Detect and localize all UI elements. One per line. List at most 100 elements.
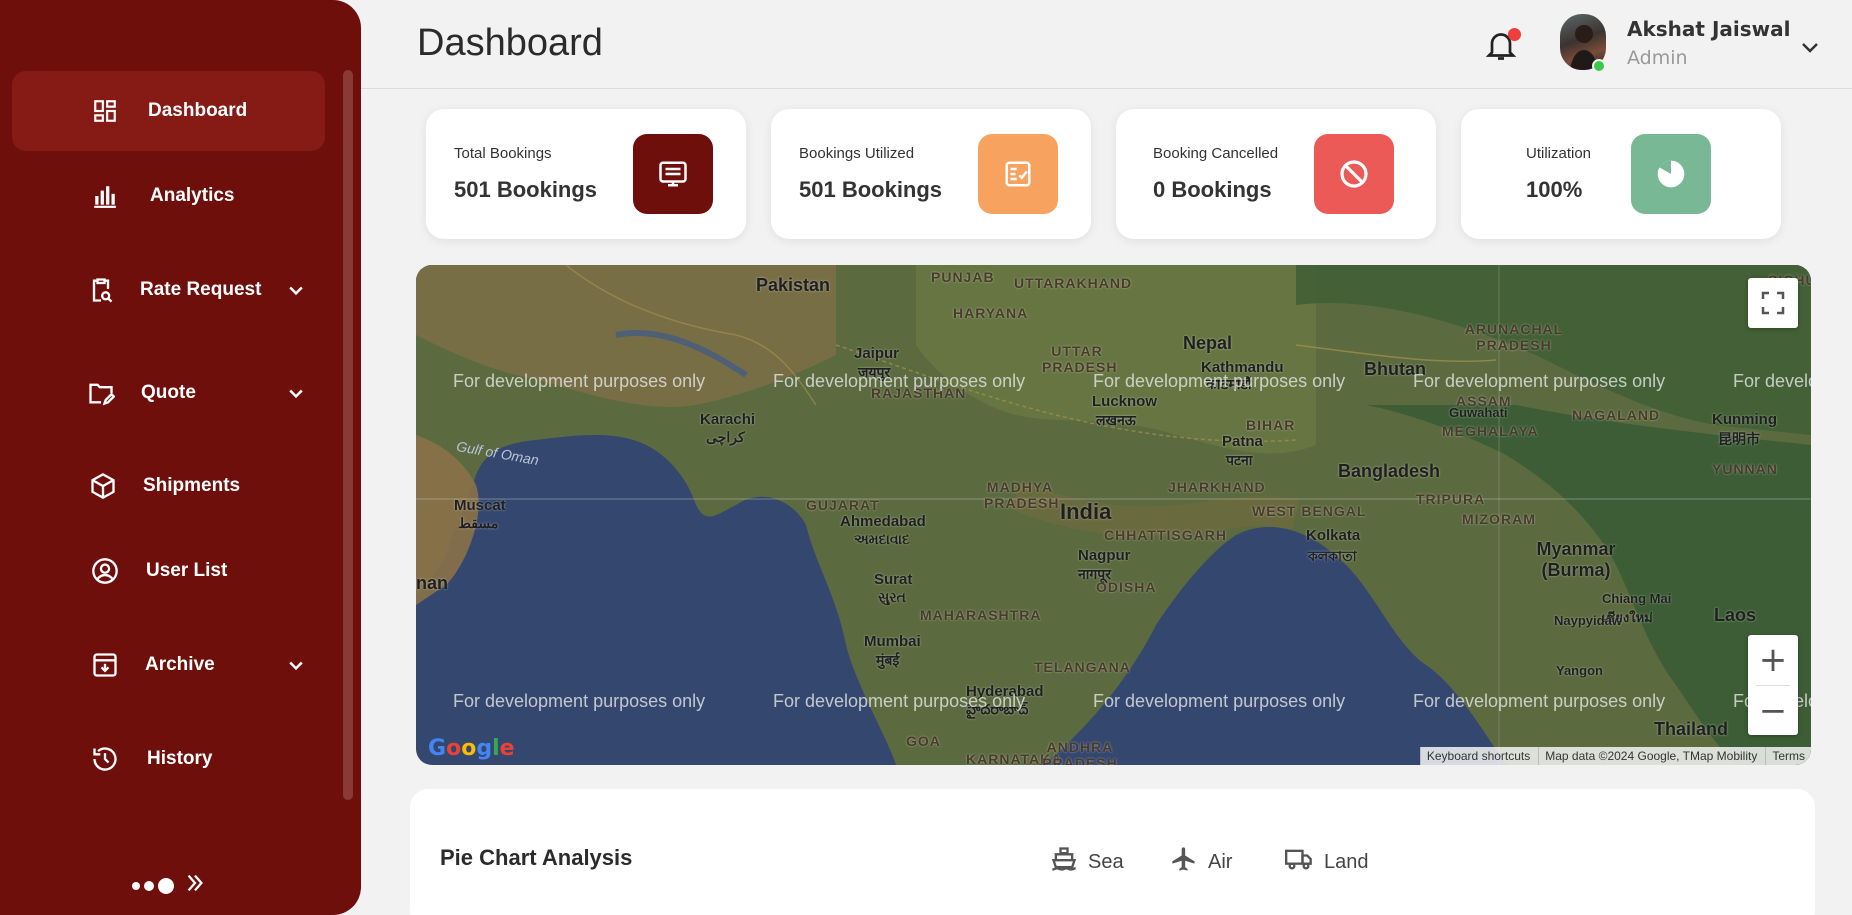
chevron-down-icon[interactable] bbox=[1798, 35, 1822, 59]
chevron-down-icon[interactable] bbox=[283, 652, 309, 678]
dashboard-grid-icon bbox=[90, 96, 120, 126]
map-data-credit: Map data ©2024 Google, TMap Mobility bbox=[1538, 747, 1763, 765]
map-label: مسقط bbox=[458, 515, 499, 531]
sidebar-item-label: User List bbox=[146, 560, 228, 581]
sidebar-item-archive[interactable]: Archive bbox=[12, 625, 325, 705]
map-label: NAGALAND bbox=[1572, 407, 1661, 423]
sidebar-item-label: Analytics bbox=[150, 185, 235, 206]
legend-air[interactable]: Air bbox=[1170, 845, 1232, 879]
sidebar-item-dashboard[interactable]: Dashboard bbox=[12, 71, 325, 151]
legend-land[interactable]: Land bbox=[1284, 845, 1369, 879]
sidebar-footer bbox=[132, 872, 206, 899]
chevron-down-icon[interactable] bbox=[283, 277, 309, 303]
stat-value: 501 Bookings bbox=[454, 177, 598, 202]
map-label: CHHATTISGARH bbox=[1104, 527, 1227, 543]
map-watermark: For development purposes only bbox=[1093, 691, 1346, 711]
map-terrain bbox=[416, 265, 1811, 765]
sidebar-item-history[interactable]: History bbox=[12, 719, 325, 799]
map-label: BIHAR bbox=[1246, 417, 1296, 433]
stat-card-total-bookings: Total Bookings 501 Bookings bbox=[426, 109, 746, 239]
map-label: Guwahati bbox=[1449, 405, 1508, 420]
stat-value: 100% bbox=[1526, 177, 1583, 202]
sidebar-item-analytics[interactable]: Analytics bbox=[12, 156, 325, 236]
stat-card-utilization: Utilization 100% bbox=[1461, 109, 1781, 239]
map-label: India bbox=[1060, 499, 1112, 524]
map-watermark: For development purposes only bbox=[773, 371, 1026, 391]
online-status-dot bbox=[1592, 59, 1606, 73]
zoom-controls: + − bbox=[1748, 635, 1798, 735]
map-label: Pakistan bbox=[756, 275, 831, 295]
terms-link[interactable]: Terms bbox=[1765, 747, 1811, 765]
fullscreen-icon bbox=[1761, 291, 1785, 315]
section-title: Pie Chart Analysis bbox=[440, 845, 633, 870]
user-name: Akshat Jaiswal bbox=[1627, 17, 1791, 41]
fullscreen-button[interactable] bbox=[1748, 278, 1798, 328]
map-label: Yangon bbox=[1556, 663, 1603, 678]
map-watermark: For development purposes only bbox=[1093, 371, 1346, 391]
legend-sea[interactable]: Sea bbox=[1050, 845, 1124, 879]
map-view[interactable]: Pakistan PUNJAB UTTARAKHAND HARYANA Nepa… bbox=[416, 265, 1811, 765]
stat-label: Total Bookings bbox=[454, 145, 552, 162]
collapse-sidebar-icon[interactable] bbox=[184, 872, 206, 899]
map-watermark: For development purposes only bbox=[1413, 691, 1666, 711]
list-monitor-icon bbox=[633, 134, 713, 214]
legend-label: Air bbox=[1208, 850, 1233, 873]
legend-label: Sea bbox=[1088, 850, 1124, 873]
map-watermark: For development purposes only bbox=[1413, 371, 1666, 391]
zoom-in-button[interactable]: + bbox=[1748, 635, 1798, 685]
notification-dot bbox=[1508, 28, 1521, 41]
map-label: અમદાવાદ bbox=[854, 531, 910, 547]
map-label: Thailand bbox=[1654, 719, 1729, 739]
stat-label: Bookings Utilized bbox=[799, 145, 915, 162]
map-label: 昆明市 bbox=[1718, 431, 1760, 447]
map-label: Surat bbox=[874, 571, 913, 588]
map-label: Muscat bbox=[454, 497, 506, 514]
truck-icon bbox=[1284, 845, 1314, 879]
map-label: Jaipur bbox=[854, 345, 900, 362]
pie-chart-icon bbox=[1631, 134, 1711, 214]
sidebar-item-shipments[interactable]: Shipments bbox=[12, 446, 325, 526]
sidebar-item-user-list[interactable]: User List bbox=[12, 531, 325, 611]
sidebar-item-label: Archive bbox=[145, 654, 215, 675]
map-label: સુરત bbox=[878, 589, 906, 605]
user-circle-icon bbox=[90, 556, 120, 586]
sidebar-item-quote[interactable]: Quote bbox=[12, 353, 325, 433]
sidebar-scrollbar[interactable] bbox=[343, 70, 353, 800]
map-label: MADHYA PRADESH bbox=[984, 479, 1060, 511]
stat-label: Utilization bbox=[1526, 145, 1592, 162]
chevron-down-icon[interactable] bbox=[283, 380, 309, 406]
map-label: GUJARAT bbox=[806, 497, 880, 513]
map-label: मुंबई bbox=[876, 652, 900, 668]
map-label: Kolkata bbox=[1306, 527, 1361, 544]
map-attribution: Keyboard shortcuts Map data ©2024 Google… bbox=[1419, 747, 1811, 765]
stat-label: Booking Cancelled bbox=[1153, 145, 1279, 162]
folder-edit-icon bbox=[86, 378, 116, 408]
sidebar-item-rate-request[interactable]: Rate Request bbox=[12, 250, 325, 330]
map-watermark: For development purposes only bbox=[773, 691, 1026, 711]
more-dots-icon[interactable] bbox=[132, 877, 174, 894]
map-label: HARYANA bbox=[953, 305, 1029, 321]
sidebar-item-label: Shipments bbox=[143, 475, 241, 496]
map-label: MIZORAM bbox=[1462, 511, 1536, 527]
page-title: Dashboard bbox=[417, 22, 603, 64]
zoom-out-button[interactable]: − bbox=[1748, 686, 1798, 736]
map-label: Kunming bbox=[1712, 411, 1777, 428]
map-label: Nagpur bbox=[1078, 547, 1131, 564]
stat-value: 501 Bookings bbox=[799, 177, 943, 202]
map-label: TRIPURA bbox=[1416, 491, 1486, 507]
box-icon bbox=[88, 471, 118, 501]
stat-card-bookings-utilized: Bookings Utilized 501 Bookings bbox=[771, 109, 1091, 239]
map-label: Naypyidaw bbox=[1554, 613, 1622, 628]
clipboard-search-icon bbox=[86, 275, 116, 305]
sidebar-item-label: Quote bbox=[141, 382, 196, 403]
history-icon bbox=[90, 744, 120, 774]
map-label: কলকাতা bbox=[1308, 548, 1357, 564]
stat-card-booking-cancelled: Booking Cancelled 0 Bookings bbox=[1116, 109, 1436, 239]
map-label: Myanmar (Burma) bbox=[1536, 539, 1616, 580]
map-label: Bangladesh bbox=[1338, 461, 1441, 481]
sidebar-item-label: Rate Request bbox=[140, 279, 262, 300]
airplane-icon bbox=[1170, 845, 1198, 879]
sidebar-item-label: History bbox=[147, 748, 213, 769]
ban-icon bbox=[1314, 134, 1394, 214]
keyboard-shortcuts-link[interactable]: Keyboard shortcuts bbox=[1419, 747, 1536, 765]
